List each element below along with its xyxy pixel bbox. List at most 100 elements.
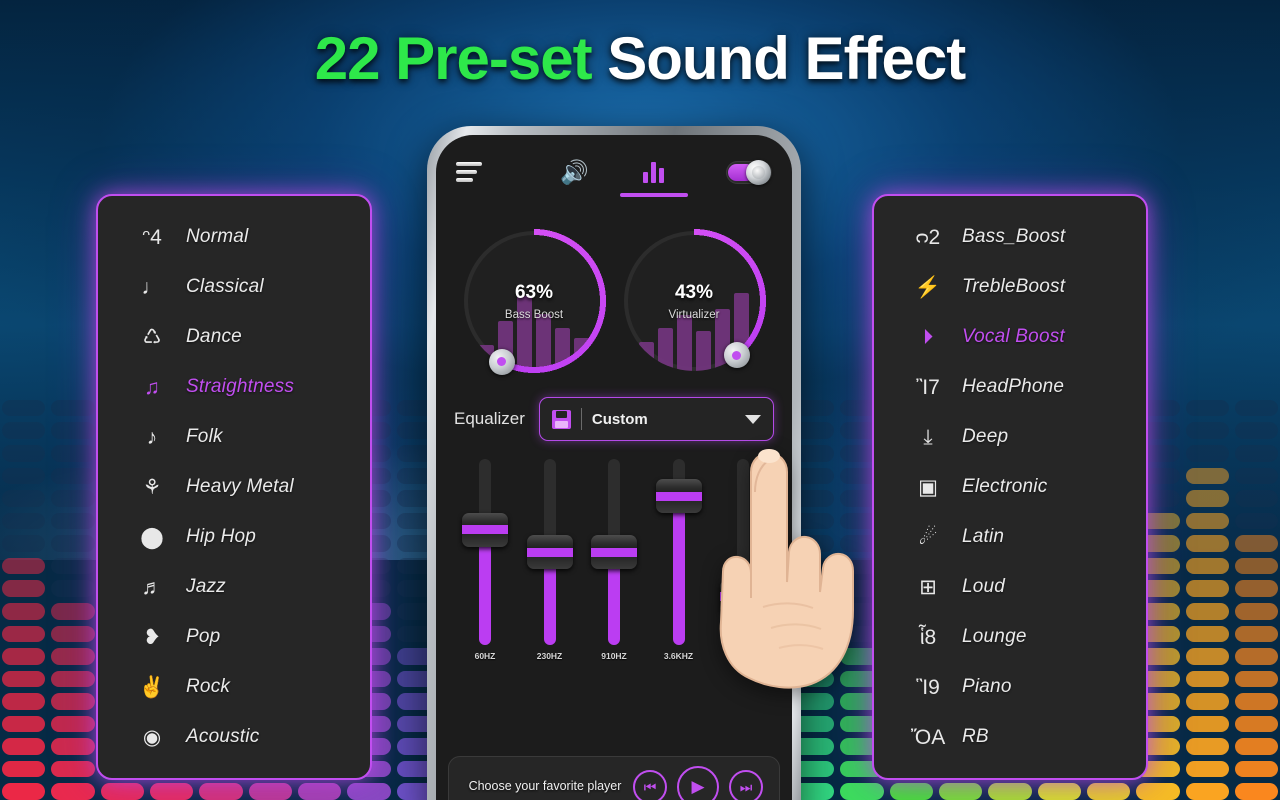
circle-dot-icon: ◉ — [142, 725, 162, 749]
electric-guitar-icon: ⚘ — [142, 475, 162, 499]
preset-item-label: Electronic — [962, 476, 1048, 497]
slider-fill — [479, 529, 491, 645]
dancer-icon: ♺ — [142, 325, 162, 349]
equalizer-tab[interactable] — [614, 135, 693, 209]
slider-fill — [672, 496, 685, 645]
preset-item-dance[interactable]: ♺ Dance — [98, 312, 370, 362]
preset-item-headphone[interactable]: Ἲ7 HeadPhone — [874, 362, 1146, 412]
knob-progress-ring — [458, 225, 610, 377]
preset-item-jazz[interactable]: ♬ Jazz — [98, 562, 370, 612]
folk-guitar-icon: ♪ — [146, 425, 158, 449]
preset-item-label: Loud — [962, 576, 1006, 597]
eq-slider-3.6khz[interactable] — [655, 459, 702, 645]
preset-item-label: Straightness — [186, 376, 295, 397]
slider-thumb[interactable] — [720, 579, 766, 614]
preset-item-label: Pop — [186, 626, 221, 647]
power-toggle-icon — [726, 159, 772, 185]
anchor-down-icon: ⤓ — [923, 425, 933, 449]
slider-thumb[interactable] — [462, 512, 508, 547]
preset-item-label: Rock — [186, 676, 231, 697]
voice-wave-icon: ⏵ — [922, 325, 934, 349]
vinyl-icon: ⬤ — [140, 525, 164, 549]
title-rest: Sound Effect — [607, 25, 966, 92]
waveform-icon: ᵔ4 — [142, 225, 162, 249]
preset-item-classical[interactable]: ♩ Classical — [98, 262, 370, 312]
harp-icon: ♩ — [141, 275, 163, 299]
frequency-label: 60HZ — [474, 651, 496, 661]
preset-item-label: Heavy Metal — [186, 476, 294, 497]
volume-tab[interactable]: 🔊 — [535, 135, 614, 209]
equalizer-sliders — [436, 445, 792, 645]
slider-thumb[interactable] — [526, 535, 573, 569]
preset-item-rock[interactable]: ✌ Rock — [98, 662, 370, 712]
bar-chart-icon: ὌA — [910, 725, 946, 749]
frequency-labels: 60HZ 230HZ 910HZ 3.6KHZ 14KHZ — [436, 645, 792, 661]
preset-item-label: Classical — [186, 276, 264, 297]
eq-slider-910hz[interactable] — [591, 459, 637, 645]
preset-item-label: RB — [962, 726, 989, 747]
preset-item-vocal-boost[interactable]: ⏵ Vocal Boost — [874, 312, 1146, 362]
preset-item-hip-hop[interactable]: ⬤ Hip Hop — [98, 512, 370, 562]
headphones-icon: Ἲ7 — [916, 375, 940, 399]
divider — [580, 408, 582, 430]
phone-mockup: 🔊 63% Bass Boost 43% Virtualizer Equalizer … — [427, 126, 801, 800]
equalizer-preset-row: Equalizer Custom — [436, 383, 792, 445]
preset-item-folk[interactable]: ♪ Folk — [98, 412, 370, 462]
power-switch[interactable] — [693, 135, 772, 209]
synth-icon: ▣ — [918, 475, 938, 499]
preset-item-label: TrebleBoost — [962, 276, 1066, 297]
eq-slider-60hz[interactable] — [462, 459, 508, 645]
preset-dropdown[interactable]: Custom — [538, 397, 774, 441]
save-icon[interactable] — [551, 409, 571, 429]
knob-handle[interactable] — [723, 342, 750, 369]
preset-item-label: Deep — [962, 426, 1009, 447]
eq-slider-230hz[interactable] — [526, 459, 573, 645]
slider-thumb[interactable] — [591, 535, 637, 569]
preset-item-rb[interactable]: ὌA RB — [874, 712, 1146, 762]
play-button[interactable]: ▶ — [677, 766, 719, 800]
active-tab-indicator — [619, 193, 688, 197]
preset-item-deep[interactable]: ⤓ Deep — [874, 412, 1146, 462]
preset-item-piano[interactable]: Ἳ9 Piano — [874, 662, 1146, 712]
preset-item-latin[interactable]: ☄ Latin — [874, 512, 1146, 562]
phone-screen: 🔊 63% Bass Boost 43% Virtualizer Equalizer … — [436, 135, 792, 800]
knob-virtualizer[interactable]: 43% Virtualizer — [618, 225, 770, 377]
player-bar[interactable]: Choose your favorite player ⏮ ▶ ⏭ — [448, 756, 780, 800]
chevron-down-icon[interactable] — [745, 414, 761, 424]
preset-value: Custom — [591, 410, 648, 428]
preset-item-label: HeadPhone — [962, 376, 1065, 397]
slider-thumb[interactable] — [655, 479, 702, 514]
lightning-icon: ⚡ — [914, 275, 942, 299]
speaker-box-icon: ⊞ — [919, 575, 937, 599]
frequency-label: 14KHZ — [729, 651, 757, 661]
preset-panel-left: ᵔ4 Normal ♩ Classical ♺ Dance ♫ Straightness ♪ Fo… — [96, 194, 372, 780]
preset-item-trebleboost[interactable]: ⚡ TrebleBoost — [874, 262, 1146, 312]
next-button[interactable]: ⏭ — [729, 770, 763, 800]
menu-button[interactable] — [456, 135, 535, 209]
frequency-label: 910HZ — [601, 651, 627, 661]
page-title: 22 Pre-set Sound Effect — [0, 24, 1280, 93]
preset-item-electronic[interactable]: ▣ Electronic — [874, 462, 1146, 512]
preset-item-normal[interactable]: ᵔ4 Normal — [98, 212, 370, 262]
player-hint-text: Choose your favorite player — [468, 779, 622, 794]
preset-item-acoustic[interactable]: ◉ Acoustic — [98, 712, 370, 762]
preset-item-label: Vocal Boost — [962, 326, 1065, 347]
preset-item-straightness[interactable]: ♫ Straightness — [98, 362, 370, 412]
eq-slider-14khz[interactable] — [720, 459, 766, 645]
preset-item-label: Hip Hop — [186, 526, 257, 547]
previous-button[interactable]: ⏮ — [633, 770, 667, 800]
preset-item-heavy-metal[interactable]: ⚘ Heavy Metal — [98, 462, 370, 512]
preset-item-lounge[interactable]: ἷ8 Lounge — [874, 612, 1146, 662]
preset-item-loud[interactable]: ⊞ Loud — [874, 562, 1146, 612]
preset-panel-right: ᴒ2 Bass_Boost ⚡ TrebleBoost ⏵ Vocal Boost Ἲ7 He… — [872, 194, 1148, 780]
maracas-icon: ☄ — [918, 525, 938, 549]
knob-handle[interactable] — [488, 348, 515, 375]
knob-bass-boost[interactable]: 63% Bass Boost — [458, 225, 610, 377]
preset-item-bass-boost[interactable]: ᴒ2 Bass_Boost — [874, 212, 1146, 262]
preset-item-label: Acoustic — [186, 726, 260, 747]
cocktail-icon: ἷ8 — [919, 625, 937, 649]
preset-item-label: Folk — [186, 426, 223, 447]
title-highlight: 22 Pre-set — [314, 25, 593, 92]
piano-keys-icon: Ἳ9 — [916, 675, 940, 699]
preset-item-pop[interactable]: ❥ Pop — [98, 612, 370, 662]
